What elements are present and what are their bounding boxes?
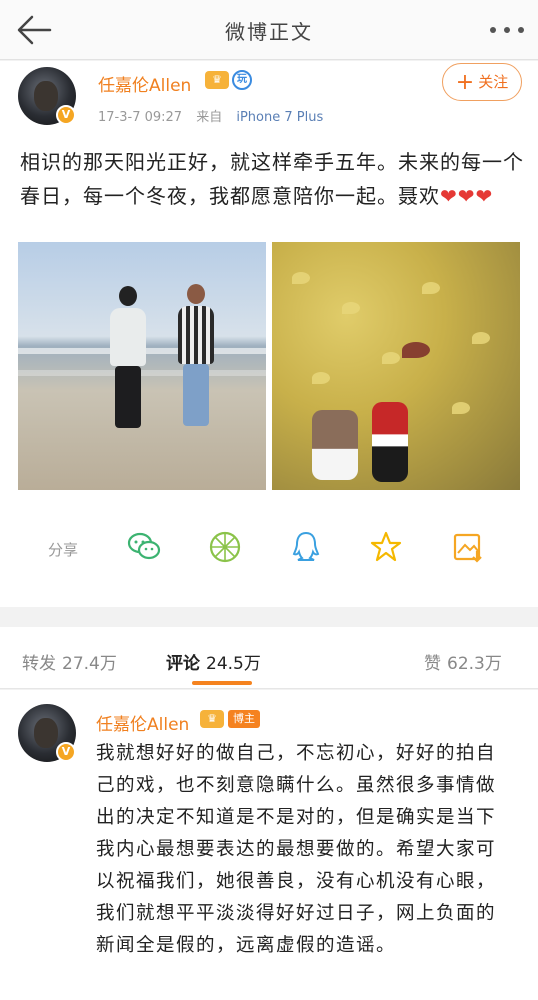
follow-button[interactable]: + 关注 bbox=[442, 63, 522, 101]
leaf bbox=[452, 402, 470, 414]
beach-photo[interactable] bbox=[18, 242, 266, 490]
tab-reposts[interactable]: 转发 27.4万 bbox=[22, 649, 117, 674]
post-device[interactable]: iPhone 7 Plus bbox=[236, 110, 323, 125]
verified-badge-icon: V bbox=[56, 742, 76, 762]
verified-badge-icon: V bbox=[56, 105, 76, 125]
game-badge-icon: 玩 bbox=[232, 70, 252, 90]
woman-figure bbox=[178, 284, 214, 426]
tab-likes[interactable]: 赞 62.3万 bbox=[424, 649, 502, 674]
qzone-star-icon[interactable] bbox=[368, 529, 404, 565]
post-meta: 17-3-7 09:27 来自 iPhone 7 Plus bbox=[98, 106, 323, 125]
comment-text: 我就想好好的做自己，不忘初心，好好的拍自己的戏，也不刻意隐瞒什么。虽然很多事情做… bbox=[96, 743, 497, 956]
sneaker-figure bbox=[372, 402, 408, 482]
active-tab-indicator bbox=[192, 681, 252, 685]
wechat-icon[interactable] bbox=[126, 529, 162, 565]
tab-count: 24.5万 bbox=[206, 654, 261, 674]
source-label: 来自 bbox=[196, 110, 223, 125]
leaf bbox=[342, 302, 360, 314]
tab-count: 27.4万 bbox=[62, 654, 117, 674]
author-name[interactable]: 任嘉伦Allen bbox=[98, 71, 191, 96]
page-title: 微博正文 bbox=[225, 20, 313, 44]
weibo-post: V 任嘉伦Allen ♛ 玩 17-3-7 09:27 来自 iPhone 7 … bbox=[0, 61, 538, 607]
leaf bbox=[422, 282, 440, 294]
leaf bbox=[472, 332, 490, 344]
post-text: 相识的那天阳光正好，就这样牵手五年。未来的每一个春日，每一个冬夜，我都愿意陪你一… bbox=[20, 145, 525, 213]
engagement-tabs: 转发 27.4万 评论 24.5万 赞 62.3万 bbox=[0, 627, 538, 689]
qq-icon[interactable] bbox=[288, 529, 324, 565]
red-leaf bbox=[402, 342, 430, 358]
boot-figure bbox=[312, 410, 358, 480]
leaf bbox=[292, 272, 310, 284]
man-figure bbox=[110, 286, 146, 428]
share-actions: 分享 bbox=[0, 523, 538, 573]
follow-label: 关注 bbox=[478, 73, 509, 91]
hearts-emoji: ❤❤❤ bbox=[440, 184, 494, 208]
comment-item: V 任嘉伦Allen ♛ 博主 我就想好好的做自己，不忘初心，好好的拍自己的戏，… bbox=[0, 690, 538, 1000]
top-nav-bar: 微博正文 bbox=[0, 0, 538, 60]
leaves-photo[interactable] bbox=[272, 242, 520, 490]
leaf bbox=[382, 352, 400, 364]
tab-count: 62.3万 bbox=[447, 654, 502, 674]
more-options-icon[interactable] bbox=[490, 22, 524, 38]
leaf bbox=[312, 372, 330, 384]
plus-icon: + bbox=[455, 70, 475, 95]
save-image-icon[interactable] bbox=[450, 529, 486, 565]
share-label: 分享 bbox=[48, 541, 79, 559]
moments-icon[interactable] bbox=[207, 529, 243, 565]
member-crown-icon: ♛ bbox=[200, 710, 224, 728]
member-crown-icon: ♛ bbox=[205, 71, 229, 89]
host-badge: 博主 bbox=[228, 710, 260, 728]
tab-label: 评论 bbox=[166, 654, 200, 674]
post-time: 17-3-7 09:27 bbox=[98, 110, 183, 125]
tab-comments[interactable]: 评论 24.5万 bbox=[166, 649, 261, 674]
commenter-name[interactable]: 任嘉伦Allen bbox=[96, 710, 189, 735]
tab-label: 赞 bbox=[424, 654, 441, 674]
tab-label: 转发 bbox=[22, 654, 56, 674]
